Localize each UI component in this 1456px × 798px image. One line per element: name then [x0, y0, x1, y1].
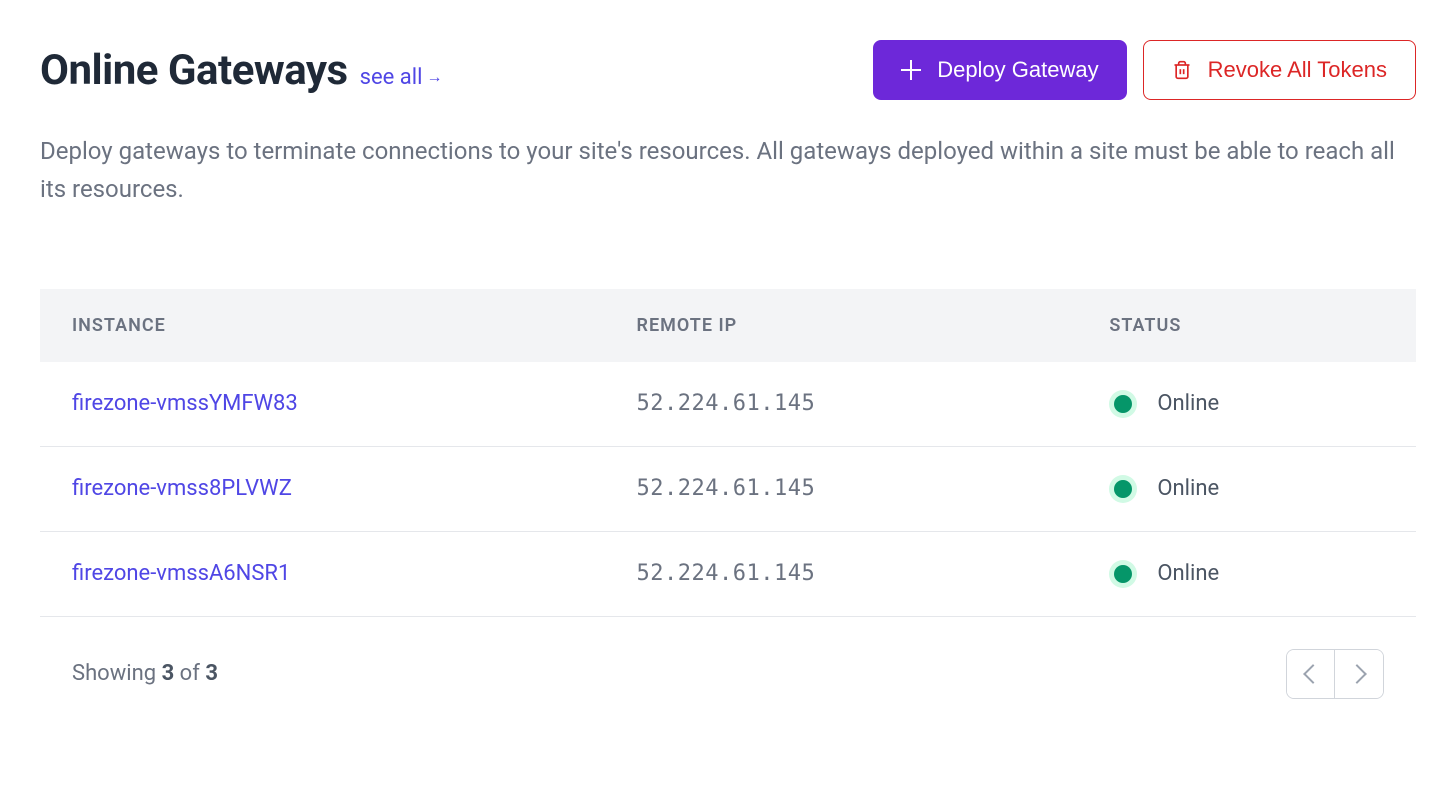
table-row: firezone-vmss8PLVWZ 52.224.61.145 Online [40, 446, 1416, 531]
column-instance: INSTANCE [40, 289, 605, 362]
table-row: firezone-vmssA6NSR1 52.224.61.145 Online [40, 531, 1416, 616]
table-footer: Showing 3 of 3 [40, 617, 1416, 731]
plus-icon [901, 60, 921, 80]
column-remote-ip: REMOTE IP [605, 289, 1078, 362]
instance-link[interactable]: firezone-vmssYMFW83 [72, 391, 298, 416]
action-buttons: Deploy Gateway Revoke All Tokens [873, 40, 1416, 100]
instance-link[interactable]: firezone-vmss8PLVWZ [72, 476, 292, 501]
status-badge: Online [1109, 560, 1384, 588]
showing-text: Showing 3 of 3 [72, 661, 218, 686]
remote-ip-value: 52.224.61.145 [605, 362, 1078, 447]
column-status: STATUS [1077, 289, 1416, 362]
see-all-label: see all [360, 65, 423, 90]
gateways-table: INSTANCE REMOTE IP STATUS firezone-vmssY… [40, 289, 1416, 617]
table-row: firezone-vmssYMFW83 52.224.61.145 Online [40, 362, 1416, 447]
showing-count: 3 [162, 661, 175, 686]
status-badge: Online [1109, 390, 1384, 418]
prev-page-button[interactable] [1287, 650, 1335, 698]
see-all-link[interactable]: see all → [360, 65, 443, 90]
instance-link[interactable]: firezone-vmssA6NSR1 [72, 561, 290, 586]
remote-ip-value: 52.224.61.145 [605, 531, 1078, 616]
revoke-label: Revoke All Tokens [1208, 57, 1387, 83]
page-title: Online Gateways [40, 46, 348, 95]
next-page-button[interactable] [1335, 650, 1383, 698]
table-header: INSTANCE REMOTE IP STATUS [40, 289, 1416, 362]
showing-prefix: Showing [72, 661, 162, 686]
status-badge: Online [1109, 475, 1384, 503]
status-text: Online [1157, 561, 1219, 586]
status-text: Online [1157, 391, 1219, 416]
showing-total: 3 [205, 661, 218, 686]
remote-ip-value: 52.224.61.145 [605, 446, 1078, 531]
page-description: Deploy gateways to terminate connections… [40, 132, 1416, 209]
status-text: Online [1157, 476, 1219, 501]
chevron-left-icon [1303, 664, 1323, 684]
page-header: Online Gateways see all → Deploy Gateway… [40, 40, 1416, 100]
showing-of: of [174, 661, 205, 686]
status-indicator-icon [1109, 560, 1137, 588]
pagination [1286, 649, 1384, 699]
chevron-right-icon [1347, 664, 1367, 684]
status-indicator-icon [1109, 475, 1137, 503]
deploy-gateway-button[interactable]: Deploy Gateway [873, 40, 1126, 100]
status-indicator-icon [1109, 390, 1137, 418]
arrow-right-icon: → [426, 67, 442, 87]
title-group: Online Gateways see all → [40, 46, 442, 95]
trash-icon [1172, 59, 1192, 81]
deploy-label: Deploy Gateway [937, 57, 1098, 83]
revoke-tokens-button[interactable]: Revoke All Tokens [1143, 40, 1416, 100]
